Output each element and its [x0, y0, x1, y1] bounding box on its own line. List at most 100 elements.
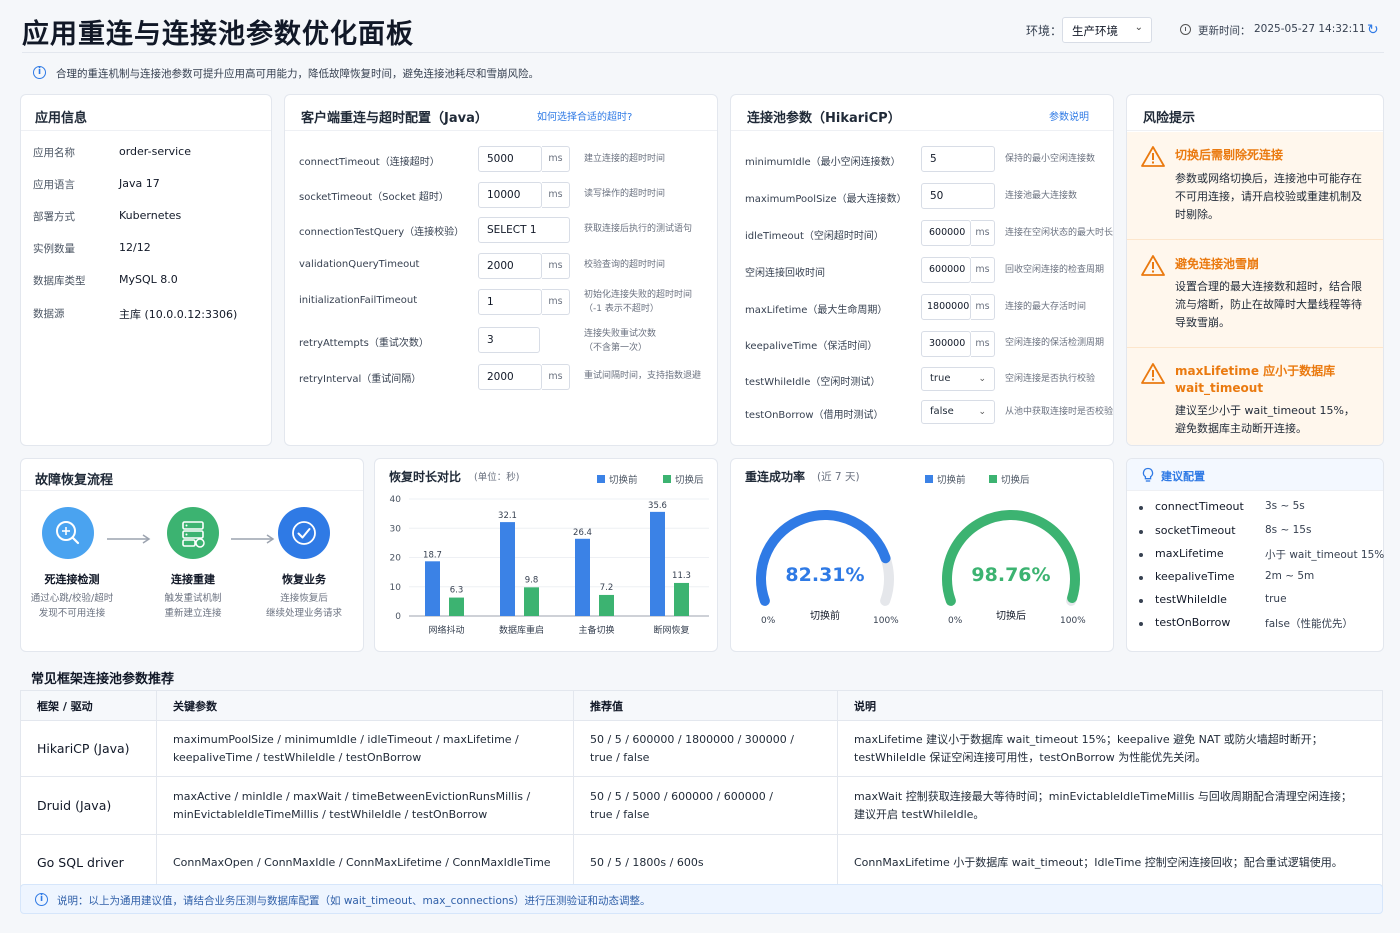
- column-header: 关键参数: [156, 690, 574, 721]
- risk-item-title: 避免连接池雪崩: [1175, 257, 1260, 271]
- recovery-chart-card: 恢复时长对比 (单位：秒) 切换前 切换后 0 10 20 30 40 18.7 6.3 网络…: [374, 458, 718, 652]
- framework-desc-line: maxLifetime 建议小于数据库 wait_timeout 15%；kee…: [854, 732, 1323, 746]
- framework-params: ConnMaxOpen / ConnMaxIdle / ConnMaxLifet…: [156, 834, 574, 892]
- gauge-max: 100%: [873, 616, 899, 626]
- idle-timeout-input[interactable]: 600000: [921, 220, 971, 246]
- gauge-min: 0%: [948, 616, 963, 626]
- test-while-idle-value: true: [930, 373, 951, 384]
- framework-desc: maxWait 控制获取连接最大等待时间；minEvictableIdleTim…: [837, 776, 1383, 835]
- framework-desc: maxLifetime 建议小于数据库 wait_timeout 15%；kee…: [837, 720, 1383, 777]
- gauge-value: 82.31%: [785, 564, 865, 586]
- gauge-fill: [756, 510, 891, 606]
- client-config-title: 客户端重连与超时配置（Java）: [301, 111, 488, 126]
- framework-params-line: maxActive / minIdle / maxWait / timeBetw…: [173, 789, 531, 803]
- test-while-idle-label: testWhileIdle（空闲时测试）: [745, 377, 881, 388]
- framework-recommended: 50 / 5 / 5000 / 600000 / 600000 / true / …: [573, 776, 838, 835]
- info-icon: i: [33, 66, 46, 79]
- initialization-fail-timeout-hint: 初始化连接失败的超时时间: [584, 290, 693, 300]
- framework-params-line: ConnMaxOpen / ConnMaxIdle / ConnMaxLifet…: [173, 856, 551, 869]
- framework-name: Go SQL driver: [20, 834, 157, 892]
- framework-desc-line: maxWait 控制获取连接最大等待时间；minEvictableIdleTim…: [854, 789, 1352, 803]
- framework-params-line: keepaliveTime / testWhileIdle / testOnBo…: [173, 750, 422, 764]
- recommend-value: 2m ~ 5m: [1265, 570, 1315, 582]
- footer-note-box: i 说明：以上为通用建议值，请结合业务压测与数据库配置（如 wait_timeo…: [20, 884, 1383, 914]
- flow-step-desc: 发现不可用连接: [38, 608, 106, 619]
- idle-timeout-hint: 连接在空闲状态的最大时长: [1005, 228, 1114, 238]
- recommend-key: keepaliveTime: [1155, 570, 1235, 583]
- retry-attempts-hint: 连接失败重试次数: [584, 329, 657, 339]
- pool-params-help-link[interactable]: 参数说明: [1049, 108, 1089, 123]
- client-config-card: 客户端重连与超时配置（Java） 如何选择合适的超时? connectTimeo…: [284, 94, 718, 446]
- app-info-title: 应用信息: [35, 111, 88, 126]
- app-info-value: 主库 (10.0.0.12:3306): [119, 308, 238, 321]
- initialization-fail-timeout-hint-2: （-1 表示不超时）: [584, 304, 659, 314]
- initialization-fail-timeout-input[interactable]: 1: [478, 289, 542, 315]
- retry-attempts-hint-2: （不含第一次）: [584, 343, 648, 353]
- minimum-idle-input[interactable]: 5: [921, 146, 995, 172]
- keepalive-time-label: keepaliveTime（保活时间）: [745, 341, 878, 352]
- warning-icon: [1141, 146, 1165, 167]
- test-on-borrow-value: false: [930, 406, 954, 417]
- framework-rec-line: 50 / 5 / 600000 / 1800000 / 300000 /: [590, 732, 794, 746]
- test-on-borrow-hint: 从池中获取连接时是否校验: [1005, 407, 1114, 417]
- env-select[interactable]: 生产环境 ⌄: [1062, 17, 1152, 43]
- framework-recommended: 50 / 5 / 1800s / 600s: [573, 834, 838, 892]
- bar: [449, 597, 464, 616]
- framework-recommended: 50 / 5 / 600000 / 1800000 / 300000 / true…: [573, 720, 838, 777]
- app-info-key: 应用语言: [33, 179, 75, 191]
- socket-timeout-input[interactable]: 10000: [478, 182, 542, 208]
- idle-timeout-unit: ms: [971, 220, 995, 246]
- connection-test-query-input[interactable]: SELECT 1: [478, 217, 570, 243]
- keepalive-time-input[interactable]: 300000: [921, 331, 971, 357]
- validation-query-timeout-input[interactable]: 2000: [478, 253, 542, 279]
- arrow-right-icon: [231, 529, 275, 544]
- recommend-value: 3s ~ 5s: [1265, 500, 1305, 512]
- app-info-value: Kubernetes: [119, 209, 182, 222]
- bar-value-label: 7.2: [600, 583, 614, 593]
- server-icon: [167, 507, 219, 559]
- table-row: HikariCP (Java) maximumPoolSize / minimu…: [20, 720, 1383, 777]
- idle-evict-time-input[interactable]: 600000: [921, 257, 971, 283]
- app-info-value: order-service: [119, 145, 191, 158]
- socket-timeout-hint: 读写操作的超时时间: [584, 189, 666, 199]
- flow-step-title: 死连接检测: [44, 573, 100, 586]
- gauge-label: 切换后: [996, 611, 1026, 622]
- maximum-pool-size-input[interactable]: 50: [921, 183, 995, 209]
- connect-timeout-unit: ms: [542, 146, 570, 172]
- y-tick-label: 20: [390, 554, 402, 564]
- warning-icon: [1141, 363, 1165, 384]
- flow-step-desc: 连接恢复后: [280, 593, 328, 604]
- flow-step-desc: 通过心跳/校验/超时: [30, 593, 114, 604]
- bar: [674, 582, 689, 616]
- gauge-value: 98.76%: [971, 564, 1051, 586]
- risk-item-body: 建议至少小于 wait_timeout 15%，避免数据库主动断开连接。: [1175, 404, 1355, 435]
- recovery-flow-title: 故障恢复流程: [35, 473, 114, 488]
- retry-interval-input[interactable]: 2000: [478, 364, 542, 390]
- risk-card: 风险提示 切换后需剔除死连接 参数或网络切换后，连接池中可能存在不可用连接，请开…: [1126, 94, 1384, 446]
- recommend-key: maxLifetime: [1155, 547, 1224, 560]
- minimum-idle-hint: 保持的最小空闲连接数: [1005, 154, 1096, 164]
- framework-desc-line: ConnMaxLifetime 小于数据库 wait_timeout；IdleT…: [854, 856, 1343, 869]
- x-tick-label: 主备切换: [578, 624, 614, 636]
- test-while-idle-hint: 空闲连接是否执行校验: [1005, 374, 1096, 384]
- refresh-icon[interactable]: ↻: [1367, 23, 1379, 37]
- retry-attempts-input[interactable]: 3: [478, 327, 540, 353]
- bar-value-label: 18.7: [423, 550, 442, 560]
- bar-value-label: 9.8: [525, 575, 539, 585]
- max-lifetime-unit: ms: [971, 294, 995, 320]
- test-on-borrow-select[interactable]: false ⌄: [921, 400, 995, 424]
- y-tick-label: 40: [390, 495, 402, 505]
- retry-interval-hint: 重试间隔时间，支持指数退避: [584, 371, 702, 381]
- connect-timeout-input[interactable]: 5000: [478, 146, 542, 172]
- retry-interval-unit: ms: [542, 364, 570, 390]
- minimum-idle-label: minimumIdle（最小空闲连接数）: [745, 157, 901, 168]
- timeout-help-link[interactable]: 如何选择合适的超时?: [537, 108, 632, 123]
- framework-rec-line: 50 / 5 / 5000 / 600000 / 600000 /: [590, 789, 773, 803]
- validation-query-timeout-hint: 校验查询的超时时间: [584, 260, 666, 270]
- success-gauges: [756, 510, 1080, 606]
- app-info-value: Java 17: [119, 177, 160, 190]
- max-lifetime-input[interactable]: 1800000: [921, 294, 971, 320]
- test-while-idle-select[interactable]: true ⌄: [921, 367, 995, 391]
- recommend-key: socketTimeout: [1155, 524, 1236, 537]
- arrow-right-icon: [107, 529, 151, 544]
